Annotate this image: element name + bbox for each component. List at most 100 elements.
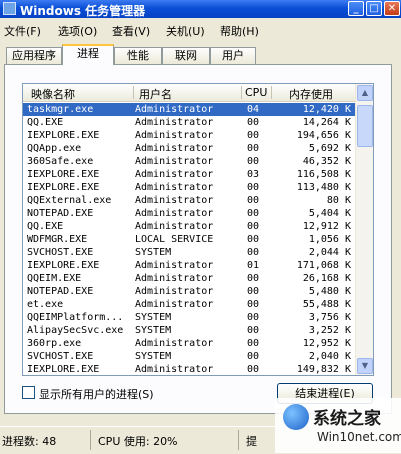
- table-row[interactable]: et.exe Administrator 00 55,488 K: [23, 298, 355, 311]
- tab-users[interactable]: 用户: [210, 47, 256, 64]
- process-memory: 80 K: [326, 195, 351, 206]
- menu-view[interactable]: 查看(V): [112, 23, 150, 39]
- tab-processes[interactable]: 进程: [62, 44, 114, 65]
- process-cpu: 00: [247, 156, 260, 167]
- tab-performance[interactable]: 性能: [114, 47, 162, 64]
- process-user: Administrator: [135, 286, 214, 297]
- process-name: QQEIM.EXE: [27, 273, 82, 284]
- scroll-up-icon[interactable]: ▲: [357, 85, 373, 101]
- column-headers: 映像名称 用户名 CPU 内存使用: [23, 84, 355, 102]
- column-divider[interactable]: [133, 86, 134, 99]
- column-divider[interactable]: [271, 86, 272, 99]
- scroll-thumb[interactable]: [357, 105, 373, 147]
- process-memory: 46,352 K: [302, 156, 351, 167]
- table-row[interactable]: IEXPLORE.EXE Administrator 00 113,480 K: [23, 181, 355, 194]
- table-row[interactable]: taskmgr.exe Administrator 04 12,420 K: [23, 103, 355, 116]
- close-button[interactable]: ✕: [384, 1, 400, 16]
- process-cpu: 03: [247, 169, 260, 180]
- show-all-users-label[interactable]: 显示所有用户的进程(S): [39, 386, 154, 402]
- process-user: Administrator: [135, 299, 214, 310]
- minimize-button[interactable]: _: [348, 1, 364, 16]
- column-cpu[interactable]: CPU: [245, 86, 267, 99]
- process-memory: 171,068 K: [296, 260, 351, 271]
- process-memory: 26,168 K: [302, 273, 351, 284]
- menu-shutdown[interactable]: 关机(U): [166, 23, 205, 39]
- process-memory: 12,952 K: [302, 338, 351, 349]
- process-cpu: 00: [247, 130, 260, 141]
- menu-options[interactable]: 选项(O): [58, 23, 97, 39]
- tab-networking[interactable]: 联网: [162, 47, 210, 64]
- process-count: 进程数: 48: [2, 435, 57, 448]
- process-memory: 194,656 K: [296, 130, 351, 141]
- table-row[interactable]: IEXPLORE.EXE Administrator 03 116,508 K: [23, 168, 355, 181]
- process-name: NOTEPAD.EXE: [27, 286, 94, 297]
- site-watermark: 系统之家 Win10net.com: [275, 398, 401, 453]
- watermark-url: Win10net.com: [317, 430, 401, 444]
- table-row[interactable]: IEXPLORE.EXE Administrator 01 171,068 K: [23, 259, 355, 272]
- table-row[interactable]: 360rp.exe Administrator 00 12,952 K: [23, 337, 355, 350]
- process-memory: 12,912 K: [302, 221, 351, 232]
- process-memory: 5,404 K: [308, 208, 351, 219]
- process-cpu: 00: [247, 299, 260, 310]
- process-name: IEXPLORE.EXE: [27, 364, 100, 375]
- process-cpu: 00: [247, 325, 260, 336]
- menu-file[interactable]: 文件(F): [4, 23, 41, 39]
- process-cpu: 00: [247, 221, 260, 232]
- column-memory[interactable]: 内存使用: [289, 86, 333, 102]
- maximize-button[interactable]: □: [366, 1, 382, 16]
- table-row[interactable]: IEXPLORE.EXE Administrator 00 149,832 K: [23, 363, 355, 375]
- process-memory: 2,040 K: [308, 351, 351, 362]
- process-user: Administrator: [135, 364, 214, 375]
- process-cpu: 00: [247, 117, 260, 128]
- process-memory: 3,756 K: [308, 312, 351, 323]
- process-name: NOTEPAD.EXE: [27, 208, 94, 219]
- table-row[interactable]: QQExternal.exe Administrator 00 80 K: [23, 194, 355, 207]
- tab-strip: 应用程序 进程 性能 联网 用户: [0, 44, 401, 66]
- table-row[interactable]: IEXPLORE.EXE Administrator 00 194,656 K: [23, 129, 355, 142]
- process-cpu: 00: [247, 312, 260, 323]
- process-user: SYSTEM: [135, 247, 172, 258]
- process-name: 360rp.exe: [27, 338, 82, 349]
- table-row[interactable]: QQEIMPlatform... SYSTEM 00 3,756 K: [23, 311, 355, 324]
- process-user: Administrator: [135, 208, 214, 219]
- process-name: QQ.EXE: [27, 221, 64, 232]
- process-memory: 2,044 K: [308, 247, 351, 258]
- table-row[interactable]: QQEIM.EXE Administrator 00 26,168 K: [23, 272, 355, 285]
- process-cpu: 01: [247, 260, 260, 271]
- table-row[interactable]: SVCHOST.EXE SYSTEM 00 2,044 K: [23, 246, 355, 259]
- process-list[interactable]: 映像名称 用户名 CPU 内存使用 taskmgr.exe Administrat…: [22, 83, 374, 376]
- table-row[interactable]: SVCHOST.EXE SYSTEM 00 2,040 K: [23, 350, 355, 363]
- process-name: 360Safe.exe: [27, 156, 94, 167]
- process-user: Administrator: [135, 130, 214, 141]
- column-user-name[interactable]: 用户名: [139, 86, 172, 102]
- table-row[interactable]: QQApp.exe Administrator 00 5,692 K: [23, 142, 355, 155]
- task-manager-icon: [3, 2, 16, 15]
- process-name: SVCHOST.EXE: [27, 247, 94, 258]
- process-user: LOCAL SERVICE: [135, 234, 214, 245]
- table-row[interactable]: 360Safe.exe Administrator 00 46,352 K: [23, 155, 355, 168]
- process-memory: 116,508 K: [296, 169, 351, 180]
- column-image-name[interactable]: 映像名称: [31, 86, 75, 102]
- process-name: QQExternal.exe: [27, 195, 112, 206]
- process-user: Administrator: [135, 195, 214, 206]
- tab-applications[interactable]: 应用程序: [6, 47, 62, 64]
- table-row[interactable]: QQ.EXE Administrator 00 12,912 K: [23, 220, 355, 233]
- process-user: SYSTEM: [135, 325, 172, 336]
- process-name: SVCHOST.EXE: [27, 351, 94, 362]
- show-all-users-checkbox[interactable]: [22, 386, 35, 399]
- table-row[interactable]: QQ.EXE Administrator 00 14,264 K: [23, 116, 355, 129]
- table-row[interactable]: NOTEPAD.EXE Administrator 00 5,404 K: [23, 207, 355, 220]
- vertical-scrollbar[interactable]: ▲ ▼: [355, 84, 373, 375]
- watermark-logo-icon: [283, 404, 309, 430]
- table-row[interactable]: NOTEPAD.EXE Administrator 00 5,480 K: [23, 285, 355, 298]
- menu-help[interactable]: 帮助(H): [220, 23, 259, 39]
- table-row[interactable]: AlipaySecSvc.exe SYSTEM 00 3,252 K: [23, 324, 355, 337]
- column-divider[interactable]: [241, 86, 242, 99]
- process-user: SYSTEM: [135, 351, 172, 362]
- process-user: Administrator: [135, 143, 214, 154]
- scroll-down-icon[interactable]: ▼: [357, 358, 373, 374]
- process-name: AlipaySecSvc.exe: [27, 325, 124, 336]
- process-cpu: 04: [247, 104, 260, 115]
- table-row[interactable]: WDFMGR.EXE LOCAL SERVICE 00 1,056 K: [23, 233, 355, 246]
- process-user: Administrator: [135, 182, 214, 193]
